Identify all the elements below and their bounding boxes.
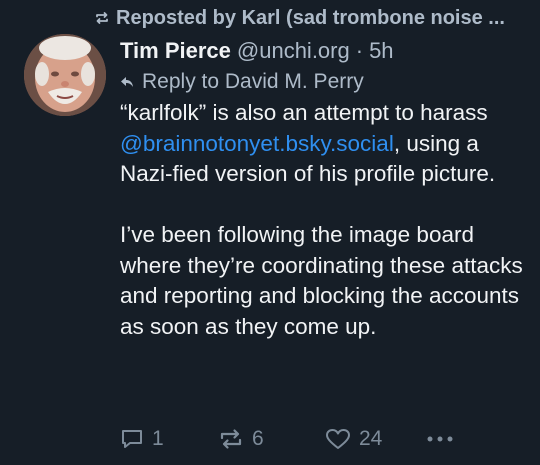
- reply-to-text: Reply to David M. Perry: [142, 70, 364, 93]
- post-header: Tim Pierce @unchi.org · 5h: [120, 36, 394, 66]
- action-bar: 1 6 24: [120, 422, 540, 456]
- post[interactable]: Reposted by Karl (sad trombone noise ...…: [0, 0, 540, 465]
- reply-count: 1: [152, 427, 164, 450]
- reply-arrow-icon: [121, 77, 133, 87]
- repost-icon: [220, 429, 242, 449]
- like-button[interactable]: 24: [325, 422, 382, 456]
- post-paragraph: “karlfolk” is also an attempt to harass …: [120, 98, 530, 190]
- reply-to-indicator[interactable]: Reply to David M. Perry: [120, 68, 364, 96]
- avatar-photo: [24, 34, 106, 116]
- post-text: “karlfolk” is also an attempt to harass: [120, 100, 488, 125]
- separator-dot: ·: [355, 38, 364, 63]
- repost-count: 6: [252, 427, 264, 450]
- post-time[interactable]: 5h: [369, 38, 393, 64]
- like-count: 24: [359, 427, 383, 450]
- avatar[interactable]: [24, 34, 106, 116]
- author-handle[interactable]: @unchi.org: [237, 38, 350, 64]
- heart-icon: [326, 429, 350, 449]
- author-name[interactable]: Tim Pierce: [120, 38, 231, 64]
- repost-text: Reposted by Karl (sad trombone noise ...: [116, 6, 505, 29]
- more-options-button[interactable]: [426, 422, 462, 456]
- comment-icon: [122, 430, 142, 448]
- reply-button[interactable]: 1: [120, 422, 164, 456]
- repost-icon: [96, 12, 108, 24]
- repost-indicator[interactable]: Reposted by Karl (sad trombone noise ...: [94, 5, 505, 31]
- post-body: “karlfolk” is also an attempt to harass …: [120, 98, 530, 342]
- repost-button[interactable]: 6: [218, 422, 264, 456]
- mention-link[interactable]: @brainnotonyet.bsky.social: [120, 131, 394, 156]
- post-paragraph: I’ve been following the image board wher…: [120, 222, 523, 339]
- more-dots-icon: [427, 436, 453, 442]
